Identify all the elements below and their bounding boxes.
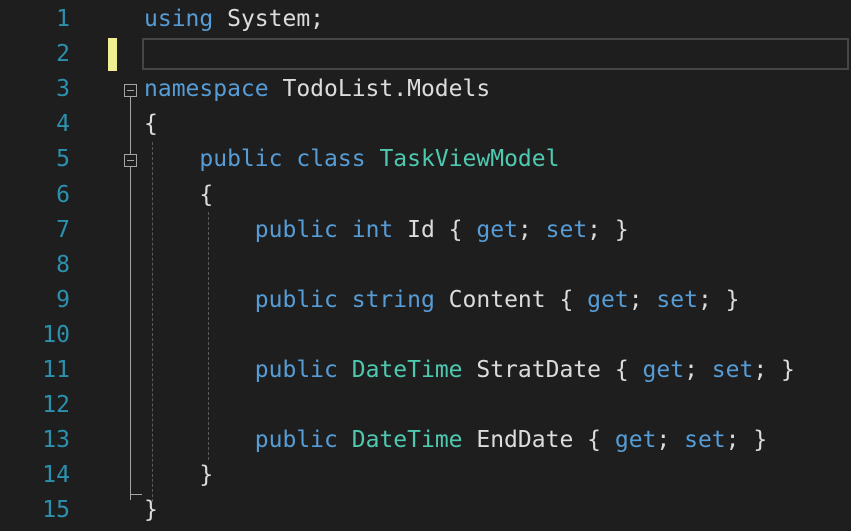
text-token: StratDate {: [462, 357, 643, 383]
keyword-token: public: [254, 216, 338, 243]
code-text: public DateTime EndDate { get; set; }: [144, 423, 767, 458]
line-number: 3: [56, 76, 70, 103]
code-line[interactable]: 9 public string Content { get; set; }: [0, 283, 851, 318]
line-number: 10: [42, 321, 70, 348]
text-token: ; }: [725, 427, 768, 454]
line-number: 7: [56, 216, 70, 243]
code-line[interactable]: 12: [0, 388, 851, 423]
text-token: ;: [656, 427, 685, 454]
keyword-token: class: [296, 146, 366, 173]
keyword-token: namespace: [144, 76, 269, 103]
text-token: ; }: [753, 357, 795, 383]
code-text: }: [144, 458, 213, 493]
type-token: DateTime: [351, 357, 463, 383]
code-line[interactable]: 5 public class TaskViewModel: [0, 142, 851, 177]
code-text: public int Id { get; set; }: [144, 213, 629, 248]
text-token: }: [144, 497, 158, 524]
code-line[interactable]: 1 using System;: [0, 2, 851, 37]
code-line[interactable]: 11 public DateTime StratDate { get; set;…: [0, 353, 851, 388]
keyword-token: public: [254, 427, 338, 454]
code-text: {: [144, 178, 213, 213]
line-number: 11: [42, 357, 70, 383]
code-text: using System;: [144, 2, 324, 37]
code-line[interactable]: 3 namespace TodoList.Models: [0, 72, 851, 107]
text-token: ;: [684, 357, 712, 383]
line-number: 9: [56, 286, 70, 313]
line-number: 5: [56, 146, 70, 173]
text-token: Content {: [434, 286, 588, 313]
text-token: ; }: [587, 216, 629, 243]
keyword-token: set: [711, 357, 754, 383]
text-token: ; }: [697, 286, 740, 313]
code-text: public string Content { get; set; }: [144, 283, 740, 318]
line-number: 14: [42, 462, 70, 489]
line-number: 1: [56, 6, 70, 32]
keyword-token: int: [351, 216, 394, 243]
text-token: System;: [213, 6, 325, 32]
code-editor[interactable]: 1 using System; 2 3 namespace TodoList.Model…: [0, 0, 851, 531]
keyword-token: set: [684, 427, 726, 454]
code-text: public DateTime StratDate { get; set; }: [144, 353, 795, 388]
keyword-token: set: [545, 216, 588, 243]
line-number: 13: [42, 427, 70, 454]
code-line[interactable]: 4{: [0, 107, 851, 142]
keyword-token: get: [614, 427, 657, 454]
line-number: 4: [56, 111, 70, 138]
code-line[interactable]: 8: [0, 248, 851, 283]
code-line[interactable]: 7 public int Id { get; set; }: [0, 213, 851, 248]
keyword-token: public: [199, 146, 283, 173]
code-line[interactable]: 13 public DateTime EndDate { get; set; }: [0, 423, 851, 458]
keyword-token: public: [254, 357, 338, 383]
line-number: 2: [56, 41, 70, 68]
type-token: TaskViewModel: [379, 146, 560, 173]
type-token: DateTime: [351, 427, 463, 454]
keyword-token: set: [656, 286, 698, 313]
text-token: EndDate {: [462, 427, 615, 454]
code-line[interactable]: 14 }: [0, 458, 851, 493]
code-line[interactable]: 6 {: [0, 178, 851, 213]
text-token: TodoList.Models: [268, 76, 491, 103]
text-token: Id {: [393, 216, 477, 243]
keyword-token: get: [642, 357, 685, 383]
keyword-token: get: [476, 216, 518, 243]
keyword-token: string: [351, 286, 435, 313]
code-line[interactable]: 10: [0, 318, 851, 353]
text-token: ;: [628, 286, 657, 313]
text-token: ;: [517, 216, 546, 243]
line-number: 15: [42, 497, 70, 524]
keyword-token: public: [254, 286, 338, 313]
text-token: }: [199, 462, 214, 489]
keyword-token: get: [587, 286, 629, 313]
code-text: namespace TodoList.Models: [144, 72, 490, 107]
line-number: 12: [42, 392, 70, 419]
line-number: 6: [56, 181, 70, 208]
line-number: 8: [56, 251, 70, 278]
text-token: {: [199, 181, 214, 208]
keyword-token: using: [144, 6, 214, 32]
code-text: {: [144, 107, 158, 142]
code-text: }: [144, 493, 158, 528]
text-token: {: [144, 111, 158, 138]
code-line[interactable]: 15}: [0, 493, 851, 528]
code-text: public class TaskViewModel: [144, 142, 559, 177]
code-line[interactable]: 2: [0, 37, 851, 72]
